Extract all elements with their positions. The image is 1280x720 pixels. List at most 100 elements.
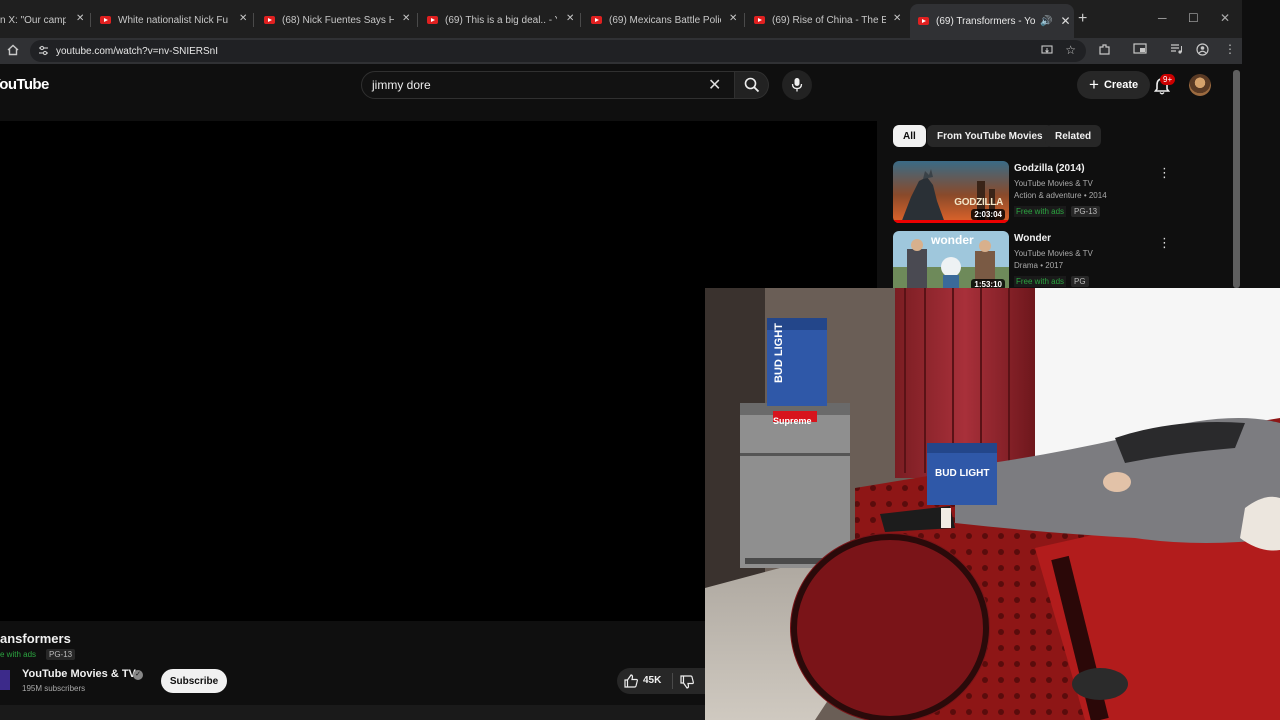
close-window-button[interactable]: ✕ — [1220, 11, 1230, 25]
close-tab-icon[interactable]: ✕ — [893, 13, 901, 24]
tab-title: (68) Nick Fuentes Says He'll Ally — [282, 14, 394, 26]
bottom-strip — [0, 705, 705, 720]
chip-from-youtube-movies[interactable]: From YouTube Movies — [927, 125, 1053, 147]
subscriber-count: 195M subscribers — [22, 684, 86, 693]
channel-avatar[interactable] — [0, 670, 10, 690]
close-tab-icon[interactable]: ✕ — [239, 13, 247, 24]
more-actions-icon[interactable]: ⋮ — [1158, 235, 1171, 251]
tab-divider — [253, 13, 254, 27]
browser-tab[interactable]: (68) Nick Fuentes Says He'll Ally — [264, 6, 394, 34]
more-actions-icon[interactable]: ⋮ — [1158, 165, 1171, 181]
search-input[interactable]: jimmy dore — [361, 71, 735, 99]
rating-badge: PG-13 — [1071, 206, 1101, 217]
rating-badge: PG — [1071, 276, 1089, 287]
youtube-favicon-icon — [754, 16, 765, 24]
search-query-text[interactable]: jimmy dore — [372, 78, 431, 92]
chip-related[interactable]: Related — [1045, 125, 1102, 147]
browser-tab[interactable]: (69) Rise of China - The Econom — [754, 6, 886, 34]
recommendation-item[interactable]: wonder 1:53:10 Wonder YouTube Movies & T… — [893, 231, 1183, 293]
rating-badge: PG-13 — [46, 649, 76, 660]
new-tab-button[interactable]: + — [1078, 10, 1087, 28]
like-divider — [672, 673, 673, 689]
video-meta: Action & adventure • 2014 — [1014, 191, 1107, 200]
home-icon[interactable] — [7, 44, 19, 56]
thumbs-up-icon[interactable] — [623, 673, 639, 689]
clear-search-icon[interactable]: ✕ — [708, 75, 721, 95]
verified-check-icon: ✓ — [133, 670, 143, 680]
minimize-button[interactable]: ─ — [1158, 11, 1167, 25]
free-with-ads-badge: Free with ads — [1014, 276, 1067, 287]
account-avatar[interactable] — [1189, 74, 1211, 96]
video-thumbnail[interactable]: GODZILLA 2:03:04 — [893, 161, 1009, 223]
browser-tab[interactable]: n X: "Our campaig — [0, 6, 66, 34]
browser-tab-strip: n X: "Our campaig ✕ White nationalist Ni… — [0, 0, 1242, 38]
maximize-button[interactable]: ☐ — [1188, 11, 1199, 25]
address-bar[interactable]: youtube.com/watch?v=nv-SNIERSnI ☆ — [30, 40, 1086, 62]
thumbnail-title-text: GODZILLA — [954, 197, 1003, 208]
channel-name[interactable]: YouTube Movies & TV — [1014, 179, 1093, 188]
microphone-icon — [791, 78, 803, 92]
youtube-favicon-icon — [427, 16, 438, 24]
beer-box-label: BUD LIGHT — [935, 468, 989, 479]
install-app-icon[interactable] — [1041, 45, 1053, 56]
webcam-scene-image: BUD LIGHT BUD LIGHT — [705, 288, 1280, 720]
youtube-favicon-icon — [100, 16, 111, 24]
url-text[interactable]: youtube.com/watch?v=nv-SNIERSnI — [56, 46, 218, 57]
close-tab-icon[interactable]: ✕ — [566, 13, 574, 24]
watch-progress-bar — [893, 220, 1009, 223]
supreme-sticker: Supreme — [773, 416, 812, 426]
subscribe-button[interactable]: Subscribe — [161, 669, 227, 693]
video-title: ansformers — [0, 631, 71, 646]
video-title[interactable]: Godzilla (2014) — [1014, 163, 1085, 174]
browser-tab[interactable]: (69) Mexicans Battle Police Out — [591, 6, 721, 34]
close-tab-icon[interactable]: ✕ — [1060, 14, 1070, 28]
like-dislike-group: 45K — [617, 668, 705, 694]
chip-all[interactable]: All — [893, 125, 926, 147]
browser-tab[interactable]: White nationalist Nick Fuentes — [100, 6, 228, 34]
tab-title: (69) Rise of China - The Econom — [772, 14, 886, 26]
tab-title: White nationalist Nick Fuentes — [118, 14, 228, 26]
page-scrollbar[interactable] — [1233, 70, 1240, 288]
tab-divider — [580, 13, 581, 27]
youtube-favicon-icon — [591, 16, 602, 24]
browser-tab-active[interactable]: (69) Transformers - YouTub 🔊 ✕ — [910, 4, 1074, 38]
bookmark-star-icon[interactable]: ☆ — [1065, 43, 1076, 57]
profile-icon[interactable] — [1196, 43, 1209, 56]
recommendation-item[interactable]: GODZILLA 2:03:04 Godzilla (2014) YouTube… — [893, 161, 1183, 223]
browser-tab[interactable]: (69) This is a big deal.. - YouTub — [427, 6, 557, 34]
thumbs-down-icon[interactable] — [679, 674, 695, 690]
youtube-masthead: YouTube jimmy dore ✕ + Create 9+ — [0, 64, 1242, 110]
search-icon — [744, 77, 759, 93]
channel-name[interactable]: YouTube Movies & TV — [1014, 249, 1093, 258]
youtube-favicon-icon — [264, 16, 275, 24]
browser-menu-icon[interactable]: ⋮ — [1224, 42, 1236, 56]
cast-icon[interactable] — [1133, 43, 1147, 55]
media-controls-icon[interactable] — [1170, 43, 1183, 55]
browser-toolbar: youtube.com/watch?v=nv-SNIERSnI ☆ ⋮ — [0, 38, 1242, 64]
video-title[interactable]: Wonder — [1014, 233, 1051, 244]
youtube-logo[interactable]: YouTube — [0, 76, 49, 93]
free-with-ads-badge: Free with ads — [1014, 206, 1067, 217]
video-duration: 2:03:04 — [971, 209, 1005, 220]
voice-search-button[interactable] — [782, 70, 812, 100]
tab-title: n X: "Our campaig — [0, 14, 66, 26]
plus-icon: + — [1089, 75, 1099, 94]
tab-divider — [90, 13, 91, 27]
webcam-overlay: BUD LIGHT BUD LIGHT Supreme — [705, 288, 1280, 720]
beer-box-label: BUD LIGHT — [773, 323, 785, 383]
search-button[interactable] — [735, 71, 769, 99]
like-count[interactable]: 45K — [643, 675, 661, 686]
video-thumbnail[interactable]: wonder 1:53:10 — [893, 231, 1009, 293]
site-settings-icon[interactable] — [38, 45, 49, 56]
channel-name[interactable]: YouTube Movies & TV — [22, 668, 136, 680]
close-tab-icon[interactable]: ✕ — [402, 13, 410, 24]
extensions-icon[interactable] — [1098, 43, 1111, 56]
create-button[interactable]: + Create — [1077, 71, 1151, 99]
speaker-icon[interactable]: 🔊 — [1040, 16, 1052, 27]
video-meta: Drama • 2017 — [1014, 261, 1064, 270]
tab-divider — [744, 13, 745, 27]
youtube-favicon-icon — [918, 17, 929, 25]
close-tab-icon[interactable]: ✕ — [729, 13, 737, 24]
tab-divider — [417, 13, 418, 27]
close-tab-icon[interactable]: ✕ — [76, 13, 84, 24]
